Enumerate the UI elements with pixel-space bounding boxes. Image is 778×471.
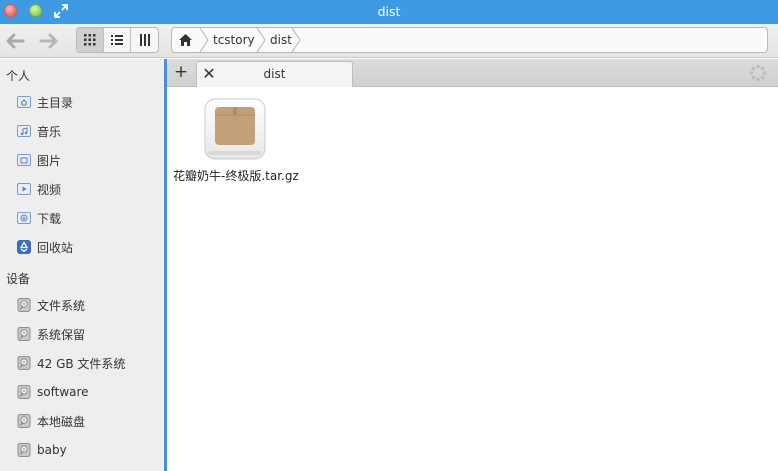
videos-folder-icon [16, 181, 32, 197]
sidebar-item-label: baby [37, 443, 67, 457]
drive-icon [16, 413, 32, 429]
tab-bar: + ✕ dist [167, 59, 778, 87]
sidebar-item-label: 回收站 [37, 240, 74, 255]
back-button[interactable] [3, 30, 27, 52]
drive-icon [16, 442, 32, 458]
sidebar-item-label: 图片 [37, 153, 62, 168]
back-arrow-icon [6, 33, 25, 49]
window-title: dist [377, 4, 401, 19]
pictures-folder-icon [16, 152, 32, 168]
trash-icon [16, 239, 32, 255]
section-heading-personal: 个人 [6, 69, 31, 83]
sidebar-item-label: 主目录 [37, 95, 74, 110]
sidebar-item-software[interactable]: software [16, 382, 161, 402]
sidebar-item-label: 系统保留 [37, 327, 86, 342]
breadcrumb-separator [199, 28, 209, 52]
grid-view-button[interactable] [77, 28, 104, 52]
sidebar-item-downloads[interactable]: 下载 [16, 208, 161, 228]
home-icon [179, 34, 192, 46]
breadcrumb-separator [256, 28, 266, 52]
forward-button[interactable] [37, 30, 61, 52]
sidebar-item-system-reserved[interactable]: 系统保留 [16, 324, 161, 344]
title-bar: dist [0, 0, 778, 24]
archive-package-icon [204, 98, 266, 160]
breadcrumb-tcstory[interactable]: tcstory [213, 33, 255, 47]
breadcrumb-separator [291, 28, 301, 52]
sidebar-item-videos[interactable]: 视频 [16, 179, 161, 199]
downloads-folder-icon [16, 210, 32, 226]
drive-icon [16, 355, 32, 371]
music-folder-icon [16, 123, 32, 139]
file-name: 花瓣奶牛-终极版.tar.gz [173, 169, 299, 183]
sidebar-item-42gb-filesystem[interactable]: 42 GB 文件系统 [16, 353, 161, 373]
forward-arrow-icon [39, 33, 58, 49]
drive-icon [16, 384, 32, 400]
sidebar-item-baby[interactable]: baby [16, 440, 161, 460]
sidebar-item-label: 下载 [37, 211, 62, 226]
sidebar-item-music[interactable]: 音乐 [16, 121, 161, 141]
grid-view-icon [84, 34, 96, 46]
file-item[interactable]: 花瓣奶牛-终极版.tar.gz [173, 97, 299, 187]
breadcrumb-dist[interactable]: dist [270, 33, 292, 47]
column-view-button[interactable] [131, 28, 158, 52]
sidebar-item-pictures[interactable]: 图片 [16, 150, 161, 170]
new-tab-button[interactable]: + [171, 63, 191, 83]
sidebar-item-filesystem[interactable]: 文件系统 [16, 295, 161, 315]
tab-dist[interactable]: ✕ dist [196, 61, 353, 87]
sidebar-item-label: 文件系统 [37, 298, 86, 313]
breadcrumb-home[interactable] [172, 28, 199, 52]
sidebar-item-label: 42 GB 文件系统 [37, 356, 126, 371]
list-view-button[interactable] [104, 28, 131, 52]
path-bar: tcstory dist [171, 27, 768, 53]
sidebar-item-local-disk[interactable]: 本地磁盘 [16, 411, 161, 431]
home-folder-icon [16, 94, 32, 110]
file-view[interactable]: 花瓣奶牛-终极版.tar.gz [167, 87, 778, 471]
sidebar-item-home[interactable]: 主目录 [16, 92, 161, 112]
column-view-icon [139, 34, 150, 46]
tab-label: dist [263, 67, 286, 81]
sidebar-item-label: 音乐 [37, 124, 62, 139]
sidebar-item-label: 视频 [37, 182, 62, 197]
drive-icon [16, 297, 32, 313]
sidebar: 个人 主目录 音乐 图片 视频 下载 回收站 设备 文件系统 系统保留 42 G… [0, 59, 164, 471]
loading-spinner-icon [749, 64, 767, 82]
sidebar-item-label: software [37, 385, 89, 399]
toolbar: tcstory dist [0, 24, 778, 58]
list-view-icon [111, 35, 123, 45]
sidebar-item-label: 本地磁盘 [37, 414, 86, 429]
section-heading-devices: 设备 [6, 272, 31, 286]
drive-icon [16, 326, 32, 342]
sidebar-item-trash[interactable]: 回收站 [16, 237, 161, 257]
view-mode-switcher [76, 27, 159, 53]
